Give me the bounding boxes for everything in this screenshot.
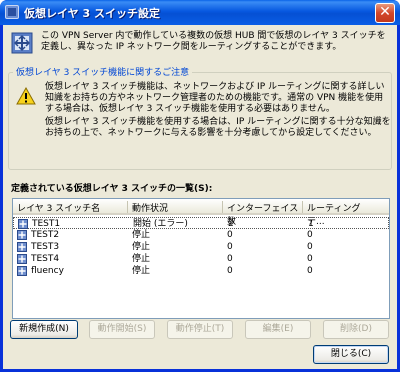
notice-paragraph-2: 仮想レイヤ 3 スイッチ機能を使用する場合は、IP ルーティングに関する十分な知… [45, 117, 391, 138]
table-row[interactable]: TEST1 開始 (エラー) 2 1 [13, 217, 389, 229]
cell-routes: 0 [307, 242, 313, 252]
cell-name: fluency [31, 266, 64, 276]
table-row[interactable]: TEST3 停止 0 0 [13, 241, 389, 253]
switch-icon [17, 266, 27, 276]
column-header-name[interactable]: レイヤ 3 スイッチ名 [13, 201, 128, 214]
cell-name: TEST2 [31, 230, 60, 240]
cell-routes: 0 [307, 254, 313, 264]
cell-name: TEST3 [31, 242, 60, 252]
column-header-status[interactable]: 動作状況 [128, 201, 223, 214]
dialog-window: 仮想レイヤ 3 スイッチ設定 ✕ この VPN Server 内で動作している複… [0, 0, 400, 372]
delete-button[interactable]: 削除(D) [323, 320, 389, 339]
cell-routes: 0 [307, 230, 313, 240]
cell-routes: 0 [307, 266, 313, 276]
cell-status: 停止 [132, 242, 151, 252]
cell-status: 停止 [132, 266, 151, 276]
column-header-routes[interactable]: ルーティングテ... [303, 201, 373, 227]
window-title: 仮想レイヤ 3 スイッチ設定 [24, 7, 160, 20]
title-bar[interactable]: 仮想レイヤ 3 スイッチ設定 ✕ [0, 0, 400, 25]
new-button[interactable]: 新規作成(N) [10, 320, 78, 339]
warning-icon [16, 87, 36, 105]
cell-status: 停止 [132, 230, 151, 240]
notice-paragraph-1: 仮想レイヤ 3 スイッチ機能は、ネットワークおよび IP ルーティングに関する詳… [45, 82, 385, 114]
start-button[interactable]: 動作開始(S) [89, 320, 155, 339]
cell-status: 停止 [132, 254, 151, 264]
cell-interfaces: 0 [227, 242, 233, 252]
switch-icon [17, 254, 27, 264]
edit-button[interactable]: 編集(E) [245, 320, 311, 339]
table-row[interactable]: TEST2 停止 0 0 [13, 229, 389, 241]
column-header-interfaces[interactable]: インターフェイス数 [223, 201, 303, 227]
layer3-switch-icon [11, 32, 33, 54]
switch-icon [17, 230, 27, 240]
stop-button[interactable]: 動作停止(T) [167, 320, 233, 339]
switch-list[interactable]: レイヤ 3 スイッチ名 動作状況 インターフェイス数 ルーティングテ... TE… [12, 198, 390, 319]
switch-list-caption: 定義されている仮想レイヤ 3 スイッチの一覧(S): [11, 184, 213, 194]
list-header: レイヤ 3 スイッチ名 動作状況 インターフェイス数 ルーティングテ... [13, 199, 389, 227]
cell-interfaces: 0 [227, 230, 233, 240]
close-window-button[interactable]: ✕ [375, 3, 395, 23]
dialog-body: この VPN Server 内で動作している複数の仮想 HUB 間で仮想のレイヤ… [3, 25, 397, 369]
cell-interfaces: 0 [227, 254, 233, 264]
switch-icon [18, 219, 28, 229]
table-row[interactable]: TEST4 停止 0 0 [13, 253, 389, 265]
app-icon [5, 5, 19, 19]
switch-icon [17, 242, 27, 252]
table-row[interactable]: fluency 停止 0 0 [13, 265, 389, 277]
intro-text: この VPN Server 内で動作している複数の仮想 HUB 間で仮想のレイヤ… [41, 31, 386, 52]
close-button[interactable]: 閉じる(C) [313, 345, 389, 364]
notice-caption: 仮想レイヤ 3 スイッチ機能に関するご注意 [13, 65, 193, 78]
cell-name: TEST4 [31, 254, 60, 264]
cell-interfaces: 0 [227, 266, 233, 276]
